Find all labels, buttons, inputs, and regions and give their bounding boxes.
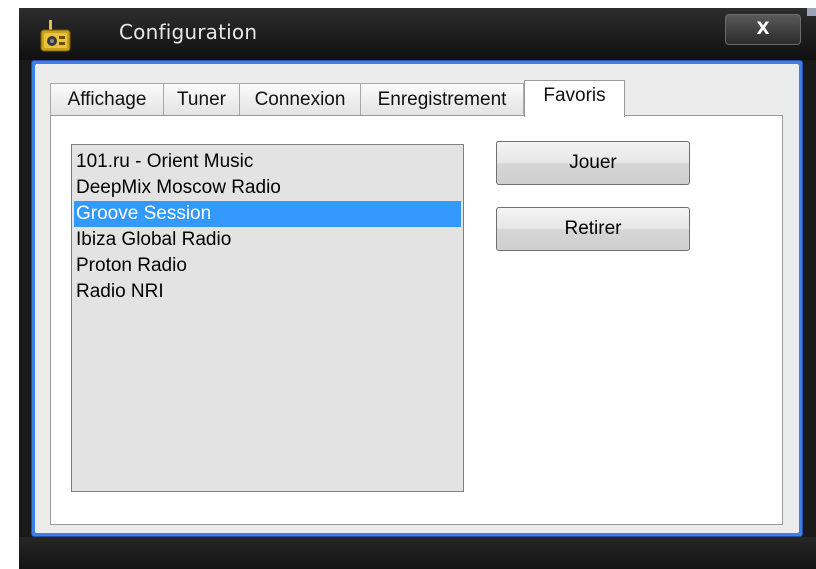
list-item[interactable]: Ibiza Global Radio	[74, 227, 461, 253]
radio-icon	[40, 20, 71, 52]
list-item-selected[interactable]: Groove Session	[74, 201, 461, 227]
favorites-list[interactable]: 101.ru - Orient Music DeepMix Moscow Rad…	[71, 144, 464, 492]
dialog-frame: Affichage Tuner Connexion Enregistrement…	[31, 60, 803, 537]
favorites-panel: 101.ru - Orient Music DeepMix Moscow Rad…	[50, 115, 783, 525]
play-button[interactable]: Jouer	[496, 141, 690, 185]
tab-tuner[interactable]: Tuner	[163, 83, 240, 115]
dialog-body: Affichage Tuner Connexion Enregistrement…	[35, 64, 799, 533]
close-button[interactable]: X	[725, 14, 801, 45]
list-item[interactable]: DeepMix Moscow Radio	[74, 175, 461, 201]
list-item[interactable]: Radio NRI	[74, 279, 461, 305]
tab-affichage[interactable]: Affichage	[50, 83, 164, 115]
list-item[interactable]: 101.ru - Orient Music	[74, 149, 461, 175]
list-item[interactable]: Proton Radio	[74, 253, 461, 279]
corner-mark	[807, 8, 816, 16]
bottom-bar	[19, 537, 816, 569]
remove-button[interactable]: Retirer	[496, 207, 690, 251]
tab-favoris[interactable]: Favoris	[524, 80, 625, 117]
title-bar[interactable]: Configuration X	[19, 8, 816, 60]
tab-connexion[interactable]: Connexion	[239, 83, 361, 115]
tab-enregistrement[interactable]: Enregistrement	[360, 83, 524, 115]
window-title: Configuration	[119, 20, 258, 44]
configuration-window: Configuration X Affichage Tuner Connexio…	[19, 8, 816, 569]
